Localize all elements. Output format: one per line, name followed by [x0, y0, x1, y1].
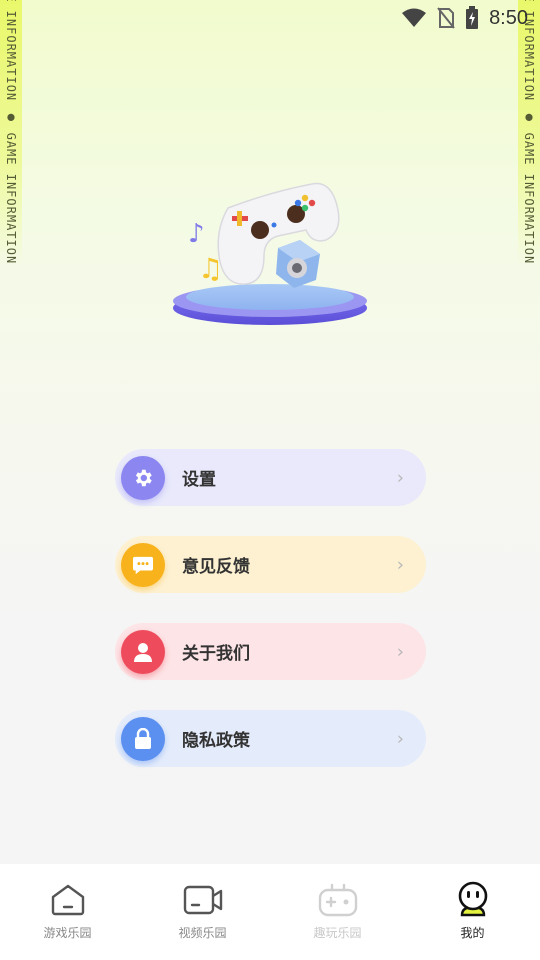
- tab-label: 游戏乐园: [43, 926, 92, 940]
- tab-video-park[interactable]: 视频乐园: [135, 864, 270, 960]
- person-icon: [121, 629, 165, 674]
- left-decorative-ribbon: ME INFORMATION ● GAME INFORMATION ● ME I…: [0, 0, 22, 265]
- home-icon: [48, 880, 88, 920]
- tab-label: 趣玩乐园: [313, 926, 362, 940]
- smiley-avatar-icon: [453, 880, 493, 920]
- tab-label: 我的: [460, 926, 485, 940]
- tab-mine[interactable]: 我的: [405, 864, 540, 960]
- tab-label: 视频乐园: [178, 926, 227, 940]
- svg-text:♪: ♪: [188, 219, 205, 249]
- menu-list: 设置 › 意见反馈 › 关于我们 › 隐私政策 ›: [115, 449, 426, 797]
- feedback-item[interactable]: 意见反馈 ›: [115, 536, 426, 593]
- ribbon-text: ME INFORMATION ● GAME INFORMATION ● ME I…: [522, 0, 536, 265]
- chevron-right-icon: ›: [396, 467, 404, 488]
- menu-item-label: 关于我们: [182, 644, 250, 664]
- menu-item-label: 设置: [182, 470, 216, 490]
- right-decorative-ribbon: ME INFORMATION ● GAME INFORMATION ● ME I…: [518, 0, 540, 265]
- bottom-tab-bar: 游戏乐园 视频乐园 趣玩乐园 我的: [0, 864, 540, 960]
- menu-item-label: 意见反馈: [182, 557, 250, 577]
- status-bar: 8:50: [340, 0, 540, 36]
- gear-icon: [121, 455, 165, 500]
- privacy-policy-item[interactable]: 隐私政策 ›: [115, 710, 426, 767]
- status-time: 8:50: [489, 6, 528, 29]
- no-sim-icon: [437, 7, 455, 29]
- gamepad-icon: [318, 880, 358, 920]
- wifi-icon: [402, 8, 427, 27]
- lock-icon: [121, 716, 165, 761]
- chevron-right-icon: ›: [396, 641, 404, 662]
- tab-fun-park[interactable]: 趣玩乐园: [270, 864, 405, 960]
- menu-item-label: 隐私政策: [182, 731, 250, 751]
- chat-bubble-icon: [121, 542, 165, 587]
- tab-game-park[interactable]: 游戏乐园: [0, 864, 135, 960]
- gamepad-podium-illustration: ♪ ♫: [173, 182, 367, 325]
- settings-item[interactable]: 设置 ›: [115, 449, 426, 506]
- ribbon-text: ME INFORMATION ● GAME INFORMATION ● ME I…: [4, 0, 18, 265]
- video-camera-icon: [183, 880, 223, 920]
- chevron-right-icon: ›: [396, 728, 404, 749]
- about-us-item[interactable]: 关于我们 ›: [115, 623, 426, 680]
- battery-charging-icon: [466, 6, 479, 29]
- chevron-right-icon: ›: [396, 554, 404, 575]
